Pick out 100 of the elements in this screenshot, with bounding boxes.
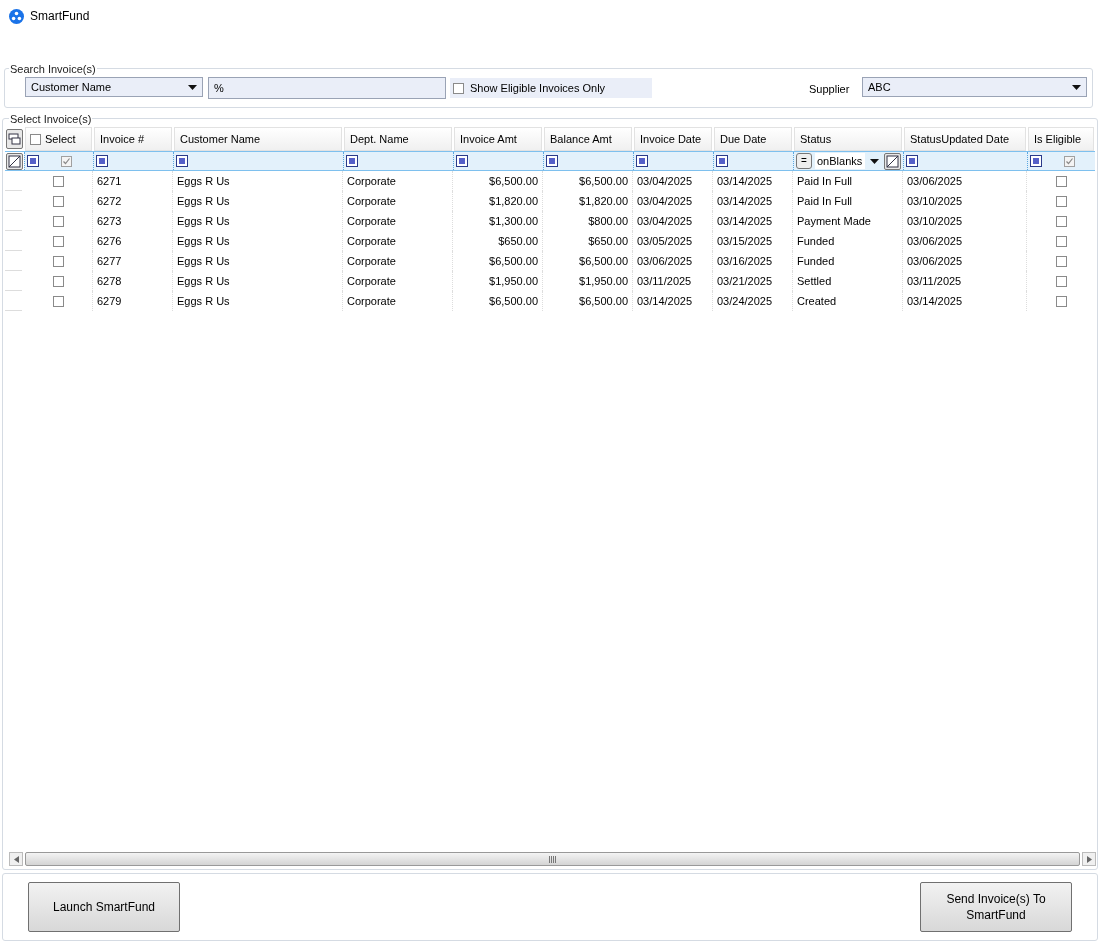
row-checkbox[interactable] [52, 255, 64, 267]
table-cell-text: $650.00 [588, 233, 628, 249]
column-header[interactable]: Balance Amt [544, 127, 632, 151]
table-cell-text: 6278 [97, 273, 122, 289]
filter-operator-icon[interactable] [636, 155, 648, 167]
table-cell-text: $6,500.00 [489, 173, 538, 189]
table-cell-text: 03/21/2025 [717, 273, 773, 289]
column-header[interactable]: Dept. Name [344, 127, 452, 151]
filter-operator-icon[interactable] [27, 155, 39, 167]
column-header[interactable]: Select [25, 127, 92, 151]
table-cell-text: $1,950.00 [579, 273, 628, 289]
table-cell-text: Funded [797, 253, 835, 269]
table-cell-text: Corporate [347, 193, 396, 209]
filter-input[interactable]: onBlanks [815, 153, 865, 169]
filter-operator-icon[interactable] [1030, 155, 1042, 167]
table-cell-text: Eggs R Us [177, 233, 230, 249]
table-cell-text: Eggs R Us [177, 253, 230, 269]
search-field-dropdown[interactable]: Customer Name [25, 77, 203, 97]
table-cell-text: $6,500.00 [489, 293, 538, 309]
table-cell-text: Paid In Full [797, 173, 853, 189]
table-cell-text: 6273 [97, 213, 122, 229]
scroll-right-button[interactable] [1082, 852, 1096, 866]
table-cell-text: Eggs R Us [177, 193, 230, 209]
row-checkbox[interactable] [52, 175, 64, 187]
action-button[interactable]: Launch SmartFund [28, 882, 180, 932]
table-cell-text: Funded [797, 233, 835, 249]
table-cell-text: Created [797, 293, 837, 309]
eligible-checkbox[interactable] [1055, 195, 1067, 207]
table-cell-text: 03/06/2025 [907, 233, 963, 249]
action-button[interactable]: Send Invoice(s) To SmartFund [920, 882, 1072, 932]
dropdown-arrow-icon[interactable] [188, 84, 197, 90]
table-cell-text: 03/10/2025 [907, 213, 963, 229]
column-header[interactable]: Due Date [714, 127, 792, 151]
table-cell-text: 03/06/2025 [637, 253, 693, 269]
search-input[interactable]: % [208, 77, 446, 99]
dropdown-arrow-icon[interactable] [1072, 84, 1081, 90]
table-cell-text: Corporate [347, 213, 396, 229]
filter-operator-icon[interactable] [346, 155, 358, 167]
row-checkbox[interactable] [52, 195, 64, 207]
filter-operator-icon[interactable] [906, 155, 918, 167]
table-cell-text: 6271 [97, 173, 122, 189]
select-all-checkbox[interactable] [30, 133, 41, 145]
table-cell-text: 6276 [97, 233, 122, 249]
eligible-checkbox[interactable] [1055, 175, 1067, 187]
column-header[interactable]: Invoice # [94, 127, 172, 151]
eligible-checkbox[interactable] [1055, 235, 1067, 247]
eligible-checkbox[interactable] [1055, 255, 1067, 267]
filter-checkbox[interactable] [61, 155, 72, 167]
table-cell-text: 03/06/2025 [907, 173, 963, 189]
column-header[interactable]: Status [794, 127, 902, 151]
filter-checkbox[interactable] [1063, 155, 1075, 167]
table-cell-text: 03/16/2025 [717, 253, 773, 269]
table-cell-text: $1,820.00 [489, 193, 538, 209]
scroll-left-button[interactable] [9, 852, 23, 866]
table-cell-text: 03/14/2025 [907, 293, 963, 309]
filter-operator-icon[interactable] [96, 155, 108, 167]
eligible-checkbox[interactable] [1055, 295, 1067, 307]
left-arrow-icon [13, 855, 19, 863]
column-header[interactable]: StatusUpdated Date [904, 127, 1026, 151]
row-checkbox[interactable] [52, 295, 64, 307]
clear-filter-icon[interactable] [884, 152, 901, 170]
row-checkbox[interactable] [52, 275, 64, 287]
table-cell-text: Eggs R Us [177, 293, 230, 309]
table-cell-text: 03/06/2025 [907, 253, 963, 269]
dropdown-arrow-icon[interactable] [870, 158, 879, 164]
eligible-checkbox[interactable] [1055, 275, 1067, 287]
column-header[interactable]: Invoice Amt [454, 127, 542, 151]
clear-filter-icon[interactable] [6, 152, 23, 170]
column-header[interactable]: Invoice Date [634, 127, 712, 151]
table-cell-text: 03/04/2025 [637, 173, 693, 189]
filter-operator-icon[interactable] [456, 155, 468, 167]
filter-operator-button[interactable]: = [796, 153, 812, 169]
table-cell-text: 03/04/2025 [637, 193, 693, 209]
table-cell-text: 03/14/2025 [717, 213, 773, 229]
table-cell-text: 03/14/2025 [637, 293, 693, 309]
column-chooser-icon[interactable] [6, 129, 23, 149]
table-cell-text: $1,950.00 [489, 273, 538, 289]
filter-operator-icon[interactable] [716, 155, 728, 167]
row-checkbox[interactable] [52, 215, 64, 227]
eligible-only-checkbox[interactable] [453, 82, 464, 94]
supplier-dropdown[interactable]: ABC [862, 77, 1087, 97]
column-header[interactable]: Customer Name [174, 127, 342, 151]
scrollbar-thumb[interactable] [25, 852, 1080, 866]
table-cell-text: 03/11/2025 [907, 273, 962, 289]
column-header[interactable]: Is Eligible [1028, 127, 1094, 151]
table-cell-text: $6,500.00 [579, 173, 628, 189]
table-cell-text: $800.00 [588, 213, 628, 229]
table-cell-text: Paid In Full [797, 193, 853, 209]
filter-operator-icon[interactable] [546, 155, 558, 167]
table-cell-text: Eggs R Us [177, 213, 230, 229]
table-cell-text: Settled [797, 273, 832, 289]
table-cell-text: $1,300.00 [489, 213, 538, 229]
table-cell-text: $650.00 [498, 233, 538, 249]
table-cell-text: 03/11/2025 [637, 273, 692, 289]
table-cell-text: 03/10/2025 [907, 193, 963, 209]
window-title: SmartFund [30, 8, 90, 25]
eligible-checkbox[interactable] [1055, 215, 1067, 227]
filter-operator-icon[interactable] [176, 155, 188, 167]
table-cell-text: $6,500.00 [489, 253, 538, 269]
row-checkbox[interactable] [52, 235, 64, 247]
